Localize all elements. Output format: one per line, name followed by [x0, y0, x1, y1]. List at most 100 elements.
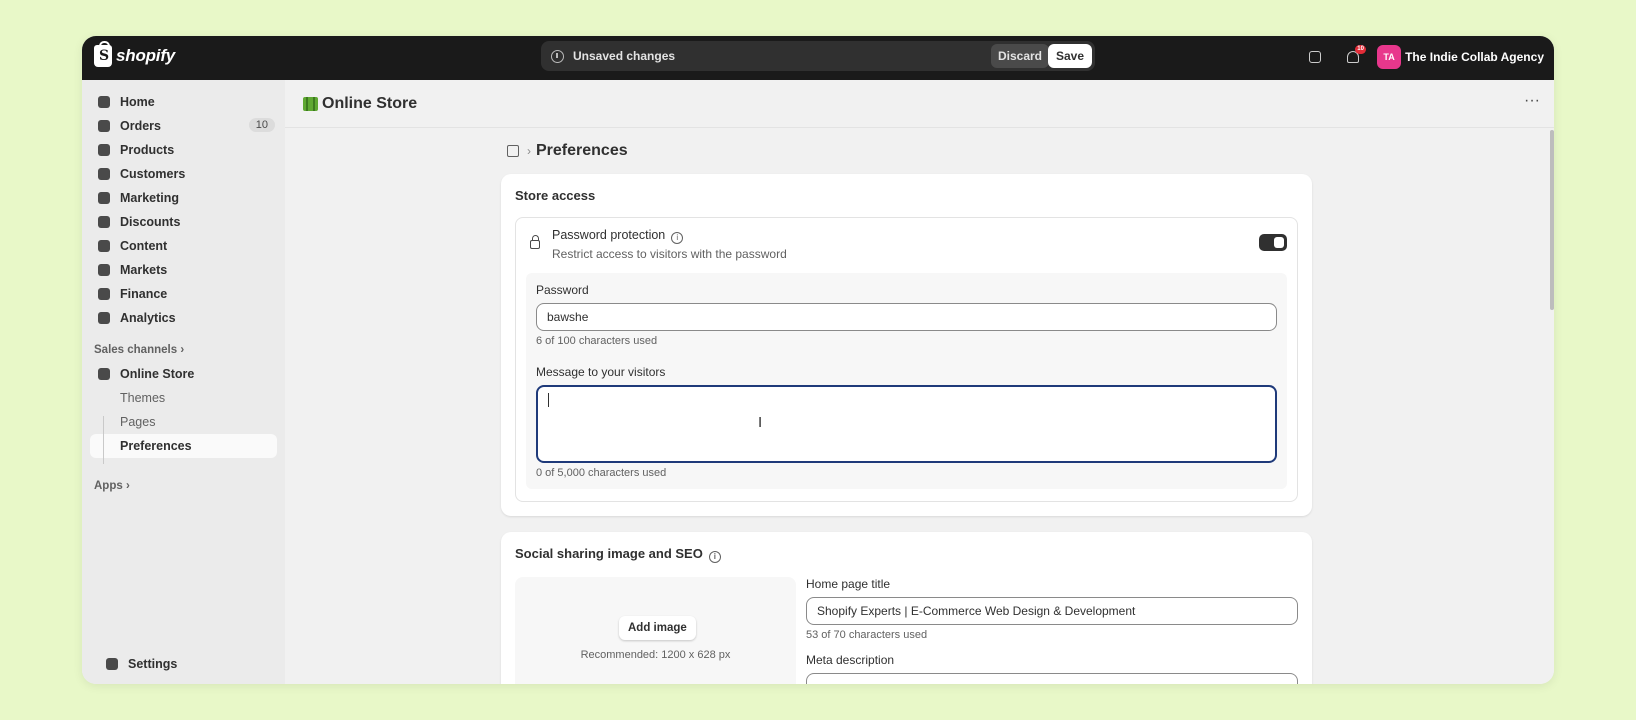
online-store-icon [303, 96, 318, 111]
sidebar-item-label: Discounts [120, 215, 181, 229]
sidebar-item-label: Orders [120, 119, 161, 133]
sidekick-icon [1309, 51, 1322, 63]
sidebar-subitem-pages[interactable]: Pages [90, 410, 277, 434]
ibeam-cursor-icon: I [758, 414, 763, 431]
sidebar-item-analytics[interactable]: Analytics [90, 306, 277, 330]
store-access-card: Store access Password protection i Restri… [501, 174, 1312, 516]
password-protection-toggle[interactable] [1259, 234, 1287, 251]
admin-window: S shopify Unsaved changes Discard Save 1… [82, 36, 1554, 684]
sidebar-subitem-preferences[interactable]: Preferences [90, 434, 277, 458]
bank-icon [98, 288, 110, 300]
home-title-input[interactable]: Shopify Experts | E-Commerce Web Design … [806, 597, 1298, 625]
top-right-controls: 10 TA The Indie Collab Agency [1301, 43, 1544, 71]
target-icon [98, 192, 110, 204]
gear-icon [106, 658, 118, 670]
inbox-icon [98, 120, 110, 132]
sidebar-item-customers[interactable]: Customers [90, 162, 277, 186]
orders-count-badge: 10 [248, 118, 275, 132]
password-protection-box: Password protection i Restrict access to … [515, 217, 1298, 502]
password-protection-desc: Restrict access to visitors with the pas… [552, 247, 787, 261]
home-title-label: Home page title [806, 577, 891, 591]
alert-circle-icon [551, 49, 564, 63]
sidebar-item-label: Customers [120, 167, 186, 181]
password-input[interactable]: bawshe [536, 303, 1277, 331]
seo-title-heading: Social sharing image and SEO i [515, 546, 1298, 563]
password-protection-heading: Password protection i [552, 228, 787, 244]
visitor-message-textarea[interactable]: I [536, 385, 1277, 463]
sidebar-item-markets[interactable]: Markets [90, 258, 277, 282]
sidebar-item-online-store[interactable]: Online Store [90, 362, 277, 386]
logo-text: shopify [116, 46, 176, 65]
breadcrumb-title: Preferences [536, 142, 628, 159]
password-label: Password [536, 283, 589, 297]
message-label: Message to your visitors [536, 365, 666, 379]
sidebar-item-marketing[interactable]: Marketing [90, 186, 277, 210]
home-title-char-count: 53 of 70 characters used [806, 629, 928, 641]
add-image-button[interactable]: Add image [619, 616, 696, 640]
breadcrumb-separator: › [527, 144, 531, 158]
sidebar-item-label: Settings [128, 657, 178, 671]
apps-label: Apps [94, 480, 123, 492]
more-actions-icon[interactable]: ··· [1524, 92, 1540, 110]
scrollbar[interactable] [1550, 130, 1554, 310]
sales-channels-header[interactable]: Sales channels › [94, 344, 285, 356]
tree-line [103, 416, 104, 464]
sidebar-item-label: Analytics [120, 311, 176, 325]
info-icon[interactable]: i [708, 551, 721, 563]
page-header: Online Store ··· [285, 80, 1554, 128]
sidebar-subitem-themes[interactable]: Themes [90, 386, 277, 410]
unsaved-changes-bar: Unsaved changes Discard Save [541, 41, 1095, 71]
chevron-right-icon: › [180, 344, 185, 356]
breadcrumb: › Preferences [507, 138, 1312, 164]
discard-button[interactable]: Discard [990, 44, 1049, 68]
discount-icon [98, 216, 110, 228]
sidebar-item-label: Home [120, 95, 155, 109]
unsaved-changes-label: Unsaved changes [573, 49, 676, 63]
sidebar-item-products[interactable]: Products [90, 138, 277, 162]
tag-icon [98, 144, 110, 156]
password-settings-panel: Password bawshe 6 of 100 characters used… [526, 273, 1287, 489]
globe-icon [98, 264, 110, 276]
sidebar-item-finance[interactable]: Finance [90, 282, 277, 306]
content-column: › Preferences Store access Password prot… [501, 138, 1312, 684]
sidebar-item-content[interactable]: Content [90, 234, 277, 258]
social-image-dropzone[interactable]: Add image Recommended: 1200 x 628 px [515, 577, 796, 684]
lock-icon [530, 235, 540, 249]
message-char-count: 0 of 5,000 characters used [536, 467, 667, 479]
person-icon [98, 168, 110, 180]
shopify-logo[interactable]: S shopify [94, 41, 176, 67]
password-protection-row: Password protection i Restrict access to … [526, 228, 1287, 261]
password-protection-title: Password protection [552, 228, 666, 242]
meta-description-input[interactable] [806, 673, 1298, 684]
home-icon [98, 96, 110, 108]
sidebar-item-discounts[interactable]: Discounts [90, 210, 277, 234]
sidebar-item-home[interactable]: Home [90, 90, 277, 114]
sidebar: Home Orders 10 Products Customers Market… [82, 80, 285, 684]
sidebar-item-label: Finance [120, 287, 168, 301]
top-bar: S shopify Unsaved changes Discard Save 1… [82, 36, 1554, 80]
sidebar-item-label: Markets [120, 263, 168, 277]
info-icon[interactable]: i [671, 232, 684, 244]
save-button[interactable]: Save [1047, 44, 1092, 68]
password-char-count: 6 of 100 characters used [536, 335, 658, 347]
sidebar-item-orders[interactable]: Orders 10 [90, 114, 277, 138]
sidebar-item-label: Online Store [120, 367, 195, 381]
bar-chart-icon [98, 312, 110, 324]
notifications-button[interactable]: 10 [1339, 43, 1367, 71]
meta-description-label: Meta description [806, 653, 895, 667]
seo-card: Social sharing image and SEO i Add image … [501, 532, 1312, 684]
text-caret [548, 393, 549, 407]
seo-fields: Home page title Shopify Experts | E-Comm… [806, 577, 1298, 684]
avatar[interactable]: TA [1377, 45, 1402, 69]
sidekick-button[interactable] [1301, 43, 1329, 71]
store-access-title: Store access [515, 188, 596, 203]
online-store-breadcrumb-icon[interactable] [507, 145, 519, 157]
store-name[interactable]: The Indie Collab Agency [1405, 50, 1544, 64]
chevron-right-icon: › [125, 480, 130, 492]
sidebar-item-label: Products [120, 143, 175, 157]
sidebar-item-settings[interactable]: Settings [98, 652, 177, 676]
seo-title: Social sharing image and SEO [515, 546, 703, 561]
sidebar-item-label: Marketing [120, 191, 180, 205]
apps-header[interactable]: Apps › [94, 480, 285, 492]
image-icon [98, 240, 110, 252]
